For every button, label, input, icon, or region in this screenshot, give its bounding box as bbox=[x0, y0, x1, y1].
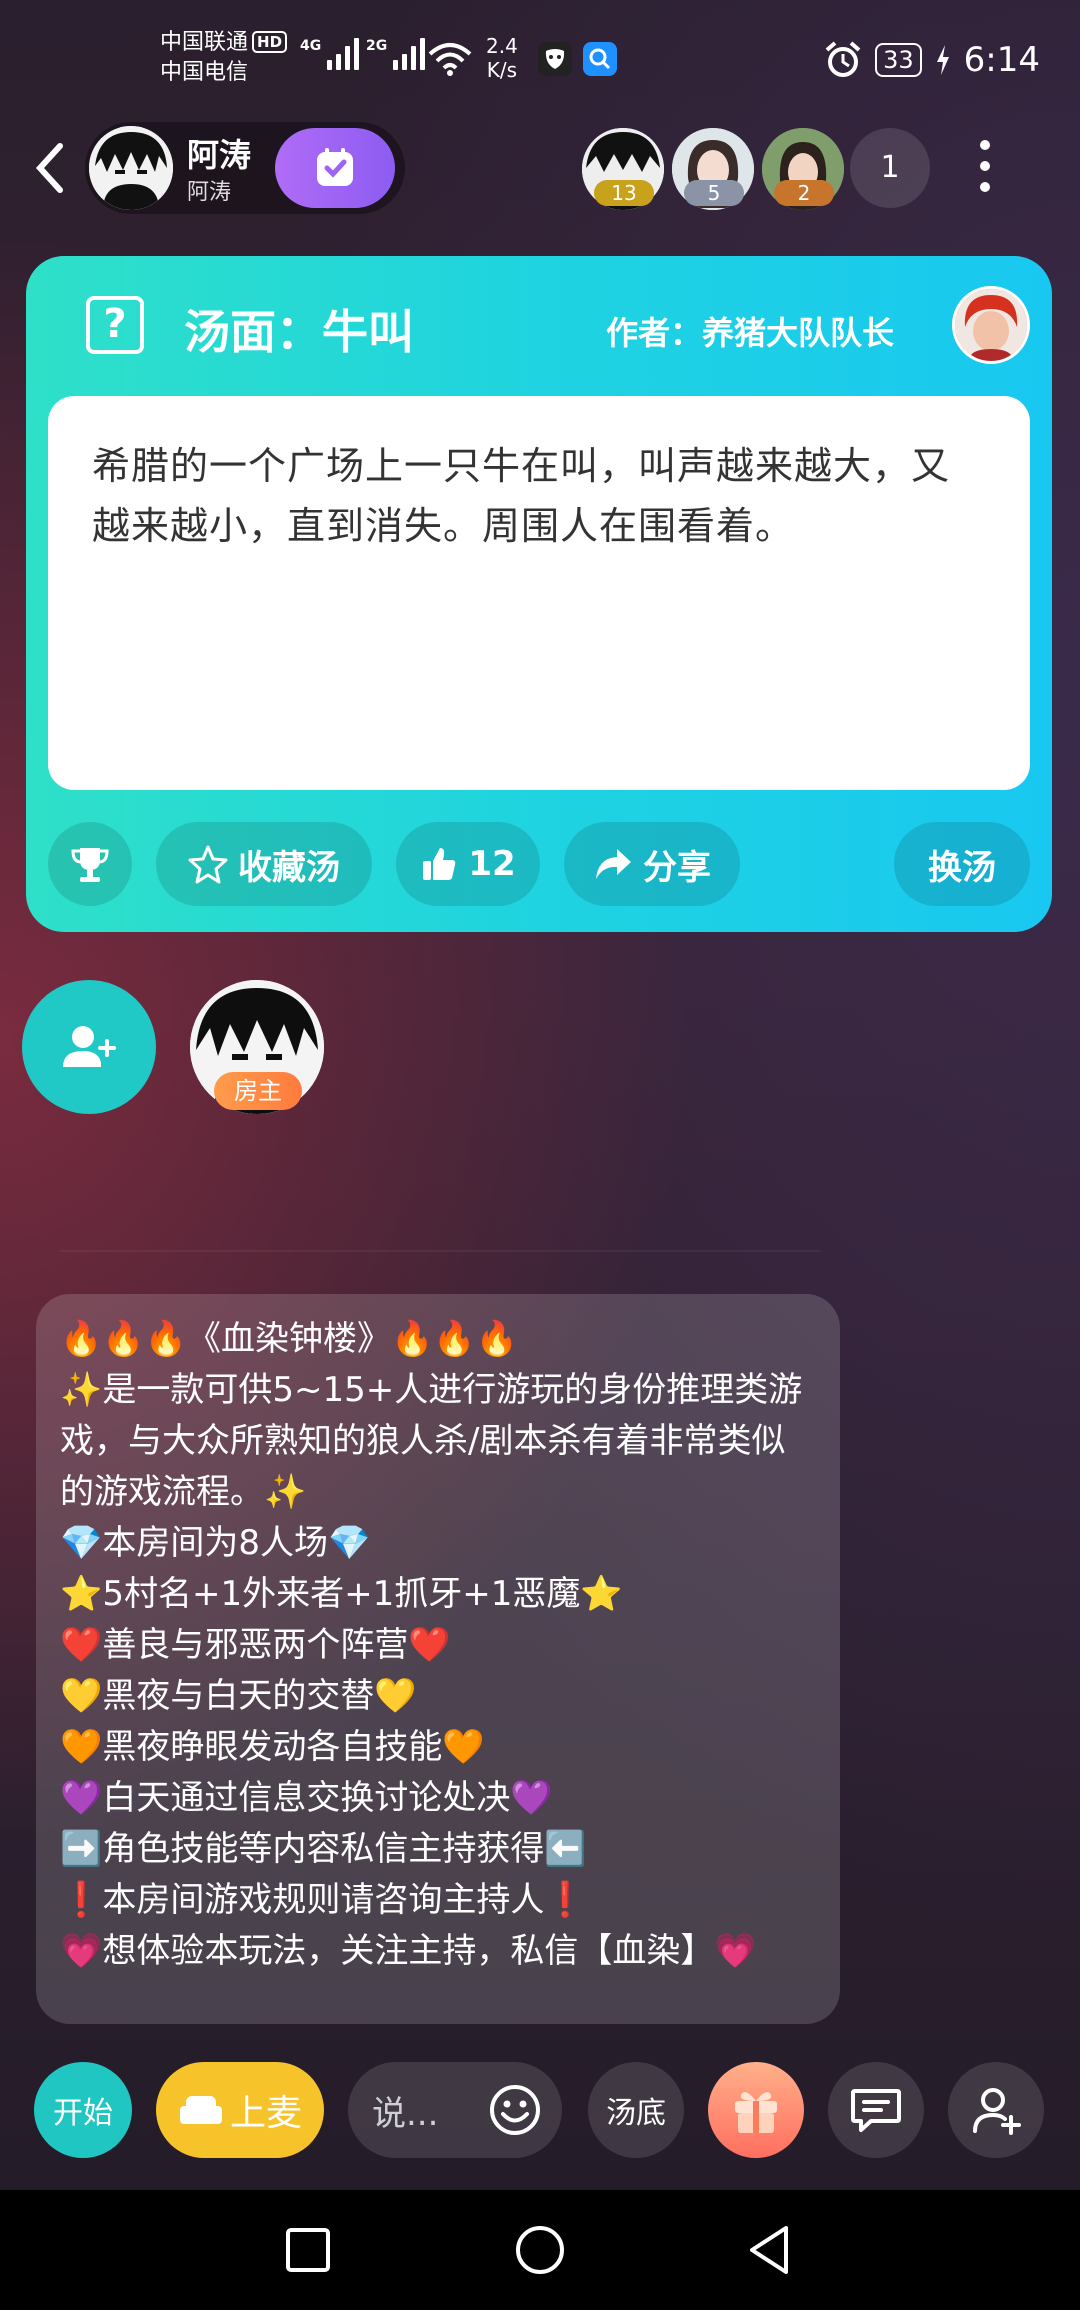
signal-icon-1: 4G bbox=[300, 38, 360, 70]
sofa-icon bbox=[179, 2096, 222, 2124]
viewer-badge-3: 2 bbox=[774, 180, 834, 206]
like-button[interactable]: 12 bbox=[396, 822, 540, 906]
signal-icon-2: 2G bbox=[366, 38, 426, 70]
viewer-count[interactable]: 1 bbox=[850, 128, 930, 208]
owner-badge: 房主 bbox=[214, 1072, 302, 1110]
collect-label: 收藏汤 bbox=[238, 847, 340, 888]
collect-soup-button[interactable]: 收藏汤 bbox=[156, 822, 372, 906]
chat-placeholder: 说... bbox=[372, 2093, 439, 2134]
chat-input[interactable]: 说... bbox=[348, 2062, 562, 2158]
announcement-line: 🔥🔥🔥《血染钟楼》🔥🔥🔥 bbox=[60, 1319, 519, 1359]
soup-author: 作者：养猪大队队长 bbox=[606, 314, 895, 352]
take-mic-button[interactable]: 上麦 bbox=[156, 2062, 324, 2158]
add-friend-icon bbox=[973, 2088, 1021, 2135]
like-count: 12 bbox=[468, 844, 516, 884]
back-button[interactable] bbox=[30, 138, 70, 198]
announcement-line: 🧡黑夜睁眼发动各自技能🧡 bbox=[60, 1727, 485, 1767]
network-gen-2: 2G bbox=[366, 38, 388, 54]
network-speed: 2.4 K/s bbox=[486, 34, 518, 82]
soup-title: 汤面：牛叫 bbox=[184, 305, 414, 359]
change-soup-button[interactable]: 换汤 bbox=[894, 822, 1030, 906]
home-icon[interactable] bbox=[510, 2220, 570, 2280]
host-name: 阿涛 bbox=[187, 136, 252, 174]
battery-level: 33 bbox=[875, 43, 922, 77]
mask-app-icon bbox=[538, 42, 572, 76]
change-label: 换汤 bbox=[928, 847, 996, 888]
announcement-line: ✨是一款可供5~15+人进行游玩的身份推理类游戏，与大众所熟知的狼人杀/剧本杀有… bbox=[60, 1370, 803, 1512]
start-game-button[interactable]: 开始 bbox=[34, 2062, 132, 2158]
announcement-line: 💛黑夜与白天的交替💛 bbox=[60, 1676, 417, 1716]
announcement-line: 💗想体验本玩法，关注主持，私信【血染】💗 bbox=[60, 1931, 757, 1971]
invite-seat-button[interactable] bbox=[22, 980, 156, 1114]
add-user-icon bbox=[63, 1026, 116, 1067]
speed-unit: K/s bbox=[486, 58, 518, 82]
room-header: 阿涛 阿涛 13 5 2 1 bbox=[0, 118, 1080, 218]
divider bbox=[60, 1250, 820, 1252]
thumbs-up-icon bbox=[423, 848, 456, 880]
trophy-button[interactable] bbox=[48, 822, 132, 906]
emoji-icon[interactable] bbox=[488, 2083, 542, 2137]
trophy-icon bbox=[71, 848, 109, 882]
alarm-icon bbox=[825, 41, 861, 77]
search-app-icon bbox=[583, 42, 617, 76]
share-button[interactable]: 分享 bbox=[564, 822, 740, 906]
gift-button[interactable] bbox=[708, 2062, 804, 2158]
hd-badge: HD bbox=[252, 31, 288, 53]
follow-button[interactable] bbox=[275, 128, 395, 208]
invite-friend-button[interactable] bbox=[948, 2062, 1044, 2158]
soup-card: ? 汤面：牛叫 作者：养猪大队队长 希腊的一个广场上一只牛在叫，叫声越来越大，又… bbox=[26, 256, 1052, 932]
speed-value: 2.4 bbox=[486, 34, 518, 58]
check-icon bbox=[317, 148, 353, 186]
status-bar: 中国联通 HD 中国电信 4G 2G 2.4 K/s 33 6:14 bbox=[0, 0, 1080, 110]
host-info[interactable]: 阿涛 阿涛 bbox=[85, 122, 405, 214]
soup-answer-button[interactable]: 汤底 bbox=[588, 2062, 684, 2158]
host-avatar[interactable] bbox=[89, 126, 173, 210]
clock-time: 6:14 bbox=[963, 40, 1040, 80]
bottom-toolbar: 开始 上麦 说... 汤底 bbox=[0, 2060, 1080, 2170]
gift-icon bbox=[735, 2092, 777, 2133]
messages-button[interactable] bbox=[828, 2062, 924, 2158]
share-label: 分享 bbox=[643, 847, 711, 888]
message-icon bbox=[851, 2089, 901, 2132]
more-menu-icon[interactable] bbox=[975, 140, 995, 200]
star-icon bbox=[188, 845, 228, 884]
announcement-line: 💜白天通过信息交换讨论处决💜 bbox=[60, 1778, 553, 1818]
announcement-line: ⭐5村名+1外来者+1抓牙+1恶魔⭐ bbox=[60, 1574, 623, 1614]
back-nav-icon[interactable] bbox=[740, 2220, 800, 2280]
wifi-icon bbox=[428, 43, 472, 76]
mic-label: 上麦 bbox=[229, 2093, 302, 2134]
charging-icon bbox=[936, 45, 949, 75]
announcement-line: ❗本房间游戏规则请咨询主持人❗ bbox=[60, 1880, 587, 1920]
viewer-badge-1: 13 bbox=[594, 180, 654, 206]
recent-apps-icon[interactable] bbox=[278, 2220, 338, 2280]
announcement-line: ❤️善良与邪恶两个阵营❤️ bbox=[60, 1625, 451, 1665]
status-right: 33 6:14 bbox=[823, 40, 1040, 80]
announcement-line: 💎本房间为8人场💎 bbox=[60, 1523, 371, 1563]
host-subtitle: 阿涛 bbox=[187, 180, 232, 205]
answer-label: 汤底 bbox=[606, 2096, 666, 2131]
start-label: 开始 bbox=[53, 2096, 113, 2131]
network-gen-1: 4G bbox=[300, 38, 322, 54]
question-icon: ? bbox=[86, 296, 144, 354]
share-icon bbox=[596, 849, 631, 879]
carrier-1: 中国联通 bbox=[160, 30, 249, 55]
author-avatar[interactable] bbox=[952, 286, 1030, 364]
room-announcement: 🔥🔥🔥《血染钟楼》🔥🔥🔥 ✨是一款可供5~15+人进行游玩的身份推理类游戏，与大… bbox=[36, 1294, 840, 2024]
carrier-2: 中国电信 bbox=[160, 60, 249, 85]
viewer-badge-2: 5 bbox=[684, 180, 744, 206]
announcement-line: ➡️角色技能等内容私信主持获得⬅️ bbox=[60, 1829, 587, 1869]
system-nav-bar bbox=[0, 2190, 1080, 2310]
carrier-info: 中国联通 HD 中国电信 bbox=[160, 28, 288, 88]
soup-story: 希腊的一个广场上一只牛在叫，叫声越来越大，又越来越小，直到消失。周围人在围看着。 bbox=[48, 396, 1030, 790]
